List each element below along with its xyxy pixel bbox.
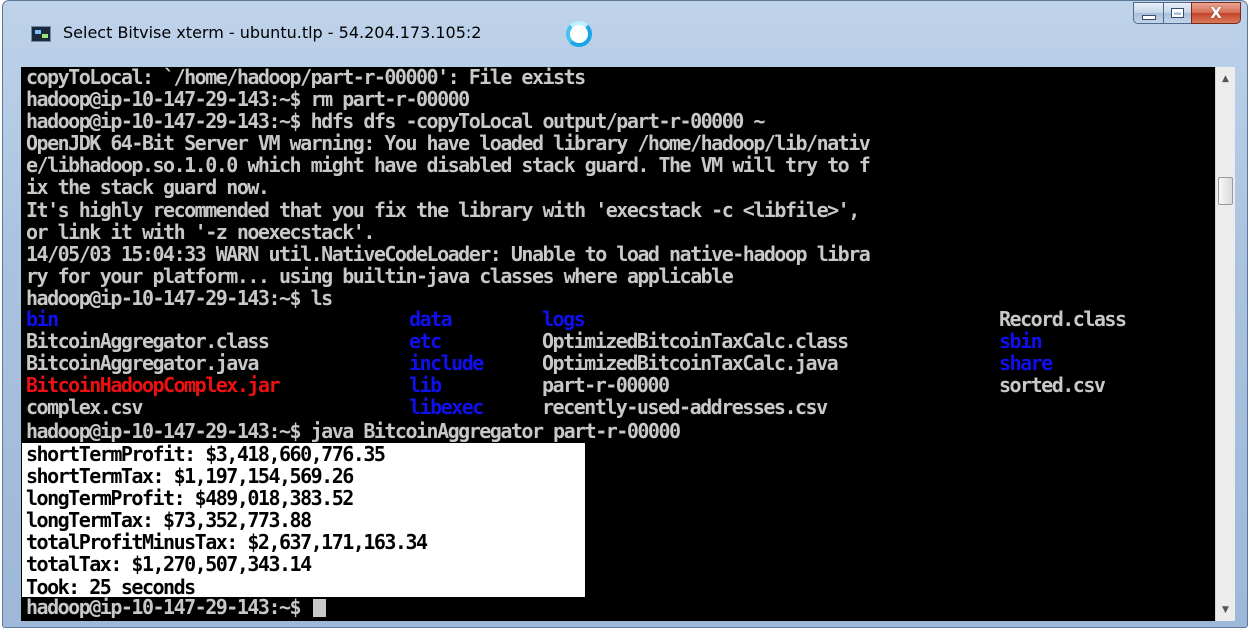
maximize-button[interactable]	[1163, 2, 1191, 24]
vertical-scrollbar[interactable]: ▲ ▼	[1215, 67, 1235, 621]
ls-entry: OptimizedBitcoinTaxCalc.java	[542, 351, 839, 376]
run-command-line: hadoop@ip-10-147-29-143:~$ java BitcoinA…	[26, 419, 681, 443]
terminal-line: OpenJDK 64-Bit Server VM warning: You ha…	[26, 131, 871, 156]
terminal-line: ry for your platform... using builtin-ja…	[26, 263, 734, 288]
ls-entry: etc	[409, 329, 442, 354]
busy-spinner-icon	[566, 21, 592, 47]
ls-entry: recently-used-addresses.csv	[542, 395, 828, 420]
ls-entry: BitcoinHadoopComplex.jar	[26, 373, 280, 398]
ls-entry: complex.csv	[26, 395, 143, 420]
ls-entry: Record.class	[999, 307, 1127, 331]
scroll-thumb[interactable]	[1218, 177, 1233, 205]
terminal-line: copyToLocal: `/home/hadoop/part-r-00000'…	[26, 67, 586, 89]
ls-entry: include	[409, 351, 484, 376]
output-line: totalTax: $1,270,507,343.14	[26, 552, 312, 577]
terminal-line: ix the stack guard now.	[26, 175, 270, 200]
terminal-line: hadoop@ip-10-147-29-143:~$ hdfs dfs -cop…	[26, 109, 765, 134]
ls-entry: BitcoinAggregator.java	[26, 351, 259, 376]
terminal-line: It's highly recommended that you fix the…	[26, 197, 860, 222]
terminal-line: hadoop@ip-10-147-29-143:~$ ls	[26, 285, 333, 310]
ls-entry: bin	[26, 307, 59, 331]
ls-entry: logs	[542, 307, 586, 331]
ls-entry: BitcoinAggregator.class	[26, 329, 270, 354]
minimize-button[interactable]	[1133, 2, 1163, 24]
output-line: longTermProfit: $489,018,383.52	[26, 486, 354, 511]
ls-listing: bin BitcoinAggregator.class BitcoinAggre…	[26, 307, 1215, 419]
terminal-area[interactable]: copyToLocal: `/home/hadoop/part-r-00000'…	[21, 67, 1215, 621]
terminal-app-icon[interactable]	[31, 26, 51, 42]
ls-entry: sbin	[999, 329, 1043, 354]
ls-entry: OptimizedBitcoinTaxCalc.class	[542, 329, 849, 354]
ls-entry: part-r-00000	[542, 373, 670, 398]
selected-output-block[interactable]: shortTermProfit: $3,418,660,776.35 short…	[22, 442, 585, 598]
arrow-up-icon: ▲	[1222, 73, 1229, 84]
close-button[interactable]: X	[1191, 2, 1241, 24]
title-bar[interactable]: Select Bitvise xterm - ubuntu.tlp - 54.2…	[3, 1, 1247, 47]
scroll-up-button[interactable]: ▲	[1216, 69, 1235, 88]
ls-entry: sorted.csv	[999, 373, 1106, 398]
terminal-line: hadoop@ip-10-147-29-143:~$ rm part-r-000…	[26, 87, 470, 112]
ls-entry: libexec	[409, 395, 484, 420]
ls-entry: data	[409, 307, 453, 331]
current-prompt-line[interactable]: hadoop@ip-10-147-29-143:~$	[26, 596, 326, 618]
output-line: shortTermTax: $1,197,154,569.26	[26, 464, 354, 489]
output-line: shortTermProfit: $3,418,660,776.35	[26, 442, 386, 466]
text-cursor	[312, 599, 326, 617]
prompt-text: hadoop@ip-10-147-29-143:~$	[26, 595, 311, 619]
window-controls: X	[1133, 2, 1241, 24]
ls-entry: share	[999, 351, 1053, 376]
ls-entry: lib	[409, 373, 442, 398]
arrow-down-icon: ▼	[1222, 604, 1229, 615]
maximize-icon	[1171, 8, 1184, 18]
terminal-line: or link it with '-z noexecstack'.	[26, 219, 375, 244]
scroll-down-button[interactable]: ▼	[1216, 600, 1235, 619]
minimize-icon	[1141, 14, 1156, 20]
terminal-top-lines: copyToLocal: `/home/hadoop/part-r-00000'…	[26, 67, 1215, 309]
terminal-line: e/libhadoop.so.1.0.0 which might have di…	[26, 153, 871, 178]
output-line: totalProfitMinusTax: $2,637,171,163.34	[26, 530, 428, 555]
output-line: longTermTax: $73,352,773.88	[26, 508, 312, 533]
close-icon: X	[1210, 4, 1222, 22]
terminal-line: 14/05/03 15:04:33 WARN util.NativeCodeLo…	[26, 241, 871, 266]
window-title: Select Bitvise xterm - ubuntu.tlp - 54.2…	[63, 23, 482, 42]
